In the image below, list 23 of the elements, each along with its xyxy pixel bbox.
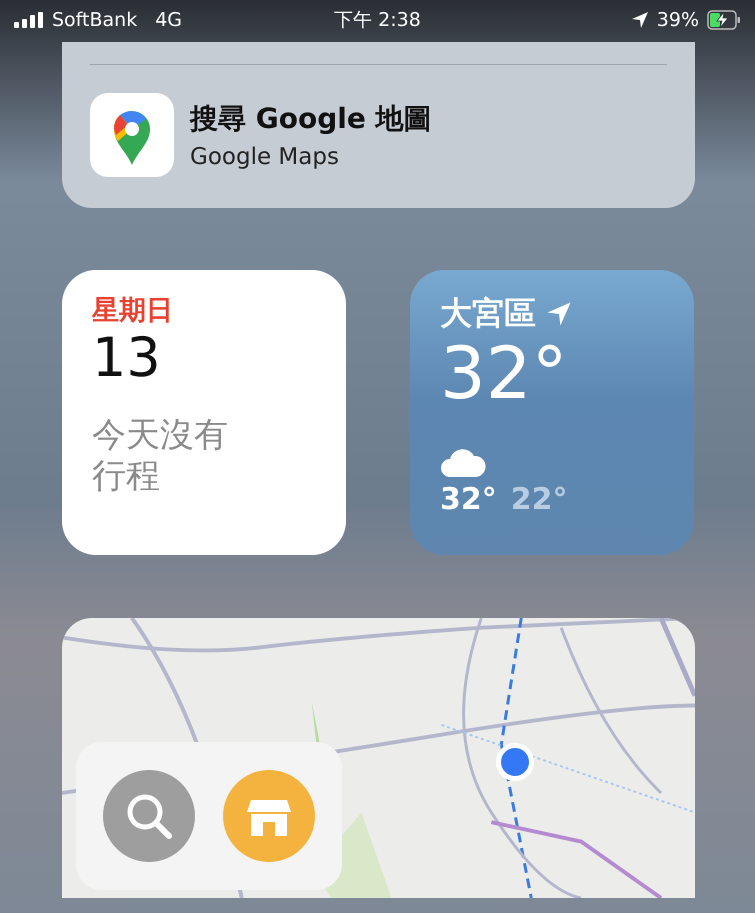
day-number: 13 <box>92 328 162 388</box>
location-arrow-icon <box>546 301 572 327</box>
location-name: 大宮區 <box>440 293 536 334</box>
map-pin-app-icon[interactable] <box>90 93 174 177</box>
low-temperature: 22° <box>510 482 568 517</box>
signal-icon <box>14 12 44 28</box>
no-events-text: 今天沒有行程 <box>92 415 229 497</box>
result-subtitle: Google Maps <box>190 144 340 170</box>
weather-widget[interactable]: 大宮區 32° 32° 22° <box>410 270 694 555</box>
calendar-widget[interactable]: 星期日 13 今天沒有行程 <box>62 270 346 555</box>
location-arrow-icon <box>630 11 649 29</box>
high-temperature: 32° <box>440 482 497 517</box>
search-result-card[interactable]: 搜尋 Google 地圖 Google Maps <box>62 42 695 208</box>
battery-percent: 39% <box>656 9 699 31</box>
search-button[interactable] <box>103 770 195 862</box>
clock-time: 下午 2:38 <box>334 8 421 33</box>
current-temperature: 32° <box>440 336 569 412</box>
battery-charging-icon <box>707 10 741 30</box>
store-button[interactable] <box>223 770 315 862</box>
network-type: 4G <box>155 9 182 31</box>
weekday-label: 星期日 <box>92 294 174 328</box>
carrier-name: SoftBank <box>52 9 138 31</box>
result-title: 搜尋 Google 地圖 <box>190 101 432 137</box>
